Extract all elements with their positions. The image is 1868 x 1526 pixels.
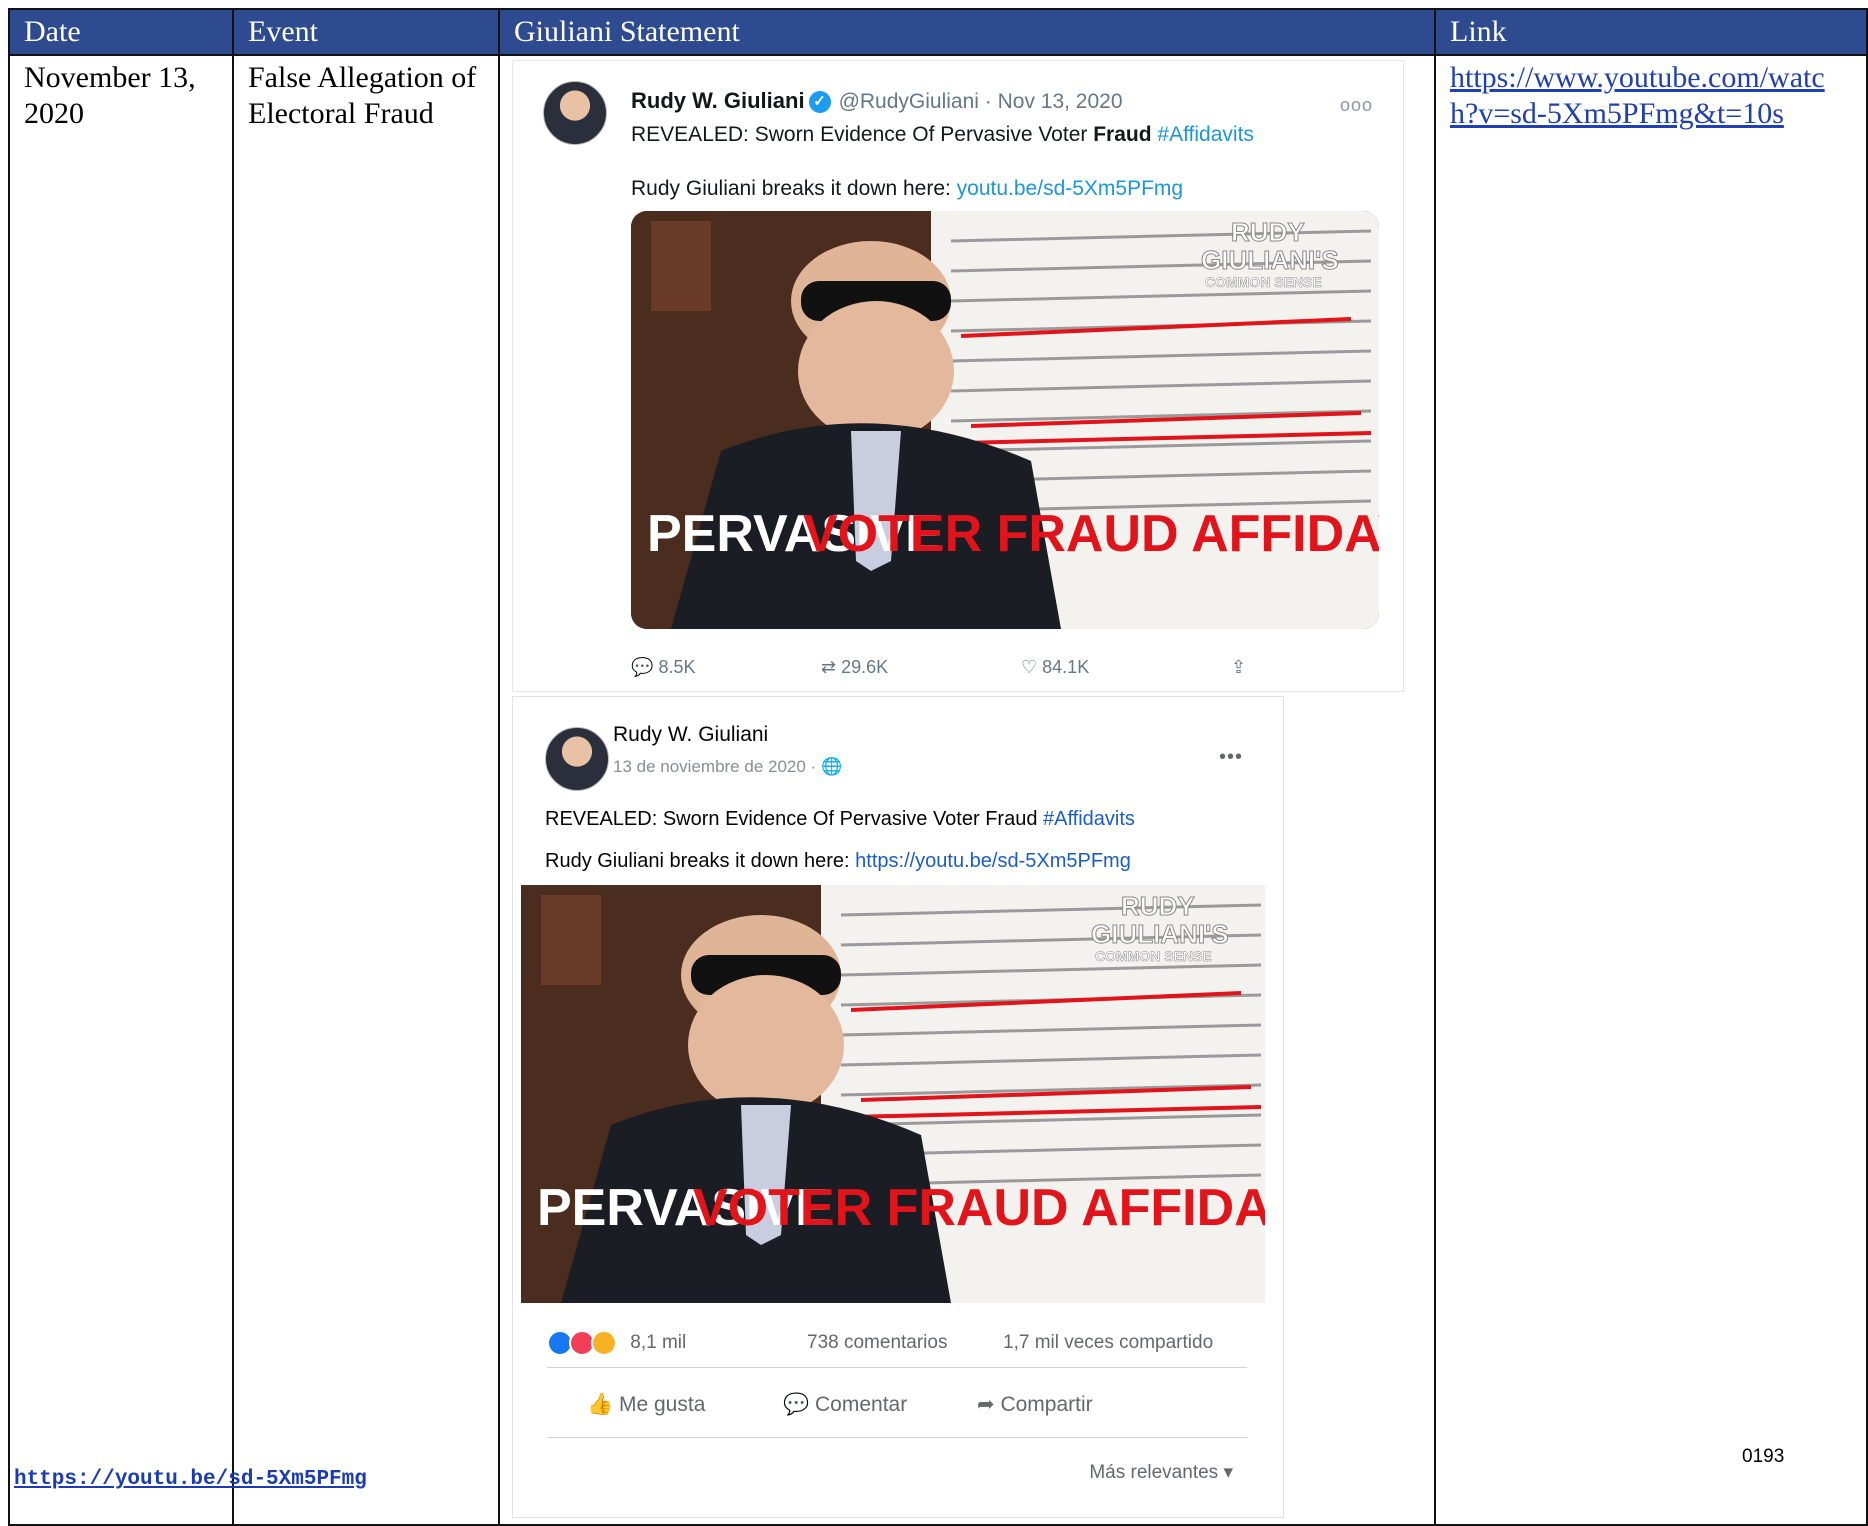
facebook-more-options-icon[interactable]: ••• [1219, 739, 1243, 775]
more-options-icon[interactable]: ooo [1340, 87, 1373, 123]
facebook-video-thumbnail[interactable]: PERVASIVE VOTER FRAUD AFFIDAVITS RUDY GI… [521, 885, 1265, 1303]
header-statement: Giuliani Statement [498, 8, 1436, 56]
header-link: Link [1434, 8, 1868, 56]
table-header-row: Date Event Giuliani Statement Link [8, 8, 1868, 56]
reply-icon: 💬 [631, 657, 654, 677]
header-event: Event [232, 8, 500, 56]
share-icon[interactable]: ⇪ [1231, 649, 1246, 685]
like-count: 84.1K [1042, 657, 1090, 677]
tweet-avatar[interactable] [543, 81, 607, 145]
facebook-reactions-bar: 8,1 mil 738 comentarios 1,7 mil veces co… [547, 1325, 1247, 1361]
reactions-divider [547, 1367, 1247, 1368]
statement-table: Date Event Giuliani Statement Link Novem… [8, 8, 1868, 1526]
actions-divider [547, 1437, 1247, 1438]
table-row: November 13, 2020 False Allegation of El… [8, 54, 1868, 1526]
sort-label: Más relevantes [1089, 1462, 1219, 1483]
facebook-avatar[interactable] [545, 727, 609, 791]
facebook-date-text: 13 de noviembre de 2020 · [613, 757, 817, 776]
thumbs-up-icon: 👍 [587, 1393, 614, 1416]
facebook-text-prefix: Rudy Giuliani breaks it down here: [545, 850, 856, 872]
thumbnail-logo-line2: GIULIANI'S [1201, 245, 1339, 275]
facebook-post-text: REVEALED: Sworn Evidence Of Pervasive Vo… [545, 801, 1135, 837]
retweet-count: 29.6K [841, 657, 889, 677]
event-cell: False Allegation of Electoral Fraud [232, 54, 500, 1526]
comment-count[interactable]: 738 comentarios [807, 1325, 947, 1361]
tweet-video-thumbnail[interactable]: PERVASIVE VOTER FRAUD AFFIDAVITS RUDY GI… [631, 211, 1379, 629]
tweet-text-prefix: Rudy Giuliani breaks it down here: [631, 177, 957, 200]
statement-cell: Rudy W. Giuliani ✓ @RudyGiuliani · Nov 13,… [498, 54, 1436, 1526]
tweet-handle-date: @RudyGiuliani · Nov 13, 2020 [838, 90, 1123, 113]
thumbnail-image: PERVASIVE VOTER FRAUD AFFIDAVITS RUDY GI… [631, 211, 1379, 629]
page-number: 0193 [1742, 1446, 1785, 1467]
retweet-icon: ⇄ [821, 657, 837, 677]
tweet-text-bold: Fraud [1093, 123, 1152, 146]
share-count[interactable]: 1,7 mil veces compartido [1003, 1325, 1213, 1361]
facebook-post-text-line2: Rudy Giuliani breaks it down here: https… [545, 843, 1131, 879]
facebook-post-link[interactable]: https://youtu.be/sd-5Xm5PFmg [855, 850, 1131, 872]
like-action[interactable]: ♡ 84.1K [1021, 649, 1089, 685]
facebook-thumbnail-caption-red: VOTER FRAUD AFFIDAVITS [693, 1179, 1265, 1237]
bottom-youtube-link[interactable]: https://youtu.be/sd-5Xm5PFmg [14, 1468, 367, 1491]
reply-action[interactable]: 💬 8.5K [631, 649, 695, 685]
wow-reaction-icon [591, 1329, 617, 1356]
tweet-author-name: Rudy W. Giuliani [631, 88, 805, 113]
facebook-post-date: 13 de noviembre de 2020 · 🌐 [613, 749, 842, 785]
thumbnail-logo-line3: COMMON SENSE [1205, 274, 1322, 290]
thumbnail-logo-line1: RUDY [1231, 217, 1305, 247]
heart-icon: ♡ [1021, 657, 1038, 677]
reaction-count[interactable]: 8,1 mil [630, 1332, 686, 1353]
youtube-link[interactable]: https://www.youtube.com/watch?v=sd-5Xm5P… [1450, 61, 1825, 130]
tweet-text: REVEALED: Sworn Evidence Of Pervasive Vo… [631, 117, 1254, 153]
tweet-author[interactable]: Rudy W. Giuliani ✓ @RudyGiuliani · Nov 13,… [631, 83, 1123, 120]
retweet-action[interactable]: ⇄ 29.6K [821, 649, 888, 685]
share-arrow-icon: ➦ [977, 1393, 995, 1416]
thumbnail-caption-red: VOTER FRAUD AFFIDAVITS [803, 505, 1379, 563]
comment-icon: 💬 [783, 1393, 810, 1416]
share-button-label: Compartir [1000, 1393, 1093, 1416]
facebook-thumbnail-logo-line1: RUDY [1121, 891, 1195, 921]
tweet-text-main: REVEALED: Sworn Evidence Of Pervasive Vo… [631, 123, 1094, 146]
globe-icon: 🌐 [820, 757, 843, 776]
tweet-link[interactable]: youtu.be/sd-5Xm5PFmg [957, 177, 1183, 200]
verified-badge-icon: ✓ [808, 91, 831, 114]
share-button[interactable]: ➦ Compartir [977, 1387, 1093, 1423]
tweet-card: Rudy W. Giuliani ✓ @RudyGiuliani · Nov 13,… [512, 60, 1404, 692]
sort-comments-dropdown[interactable]: Más relevantes ▾ [1089, 1455, 1233, 1491]
facebook-thumbnail-image: PERVASIVE VOTER FRAUD AFFIDAVITS RUDY GI… [521, 885, 1265, 1303]
facebook-author-name[interactable]: Rudy W. Giuliani [613, 717, 768, 753]
chevron-down-icon: ▾ [1223, 1462, 1233, 1483]
tweet-text-line2: Rudy Giuliani breaks it down here: youtu… [631, 171, 1183, 207]
comment-button[interactable]: 💬 Comentar [783, 1387, 907, 1423]
date-cell: November 13, 2020 [8, 54, 234, 1526]
facebook-thumbnail-logo-line2: GIULIANI'S [1091, 919, 1229, 949]
facebook-hashtag[interactable]: #Affidavits [1043, 808, 1135, 830]
facebook-thumbnail-logo-line3: COMMON SENSE [1095, 948, 1212, 964]
reply-count: 8.5K [658, 657, 696, 677]
link-cell: https://www.youtube.com/watch?v=sd-5Xm5P… [1434, 54, 1868, 1526]
like-button[interactable]: 👍 Me gusta [587, 1387, 705, 1423]
tweet-hashtag[interactable]: #Affidavits [1157, 123, 1254, 146]
facebook-post-card: Rudy W. Giuliani 13 de noviembre de 2020… [512, 696, 1284, 1518]
comment-button-label: Comentar [815, 1393, 908, 1416]
facebook-text-main: REVEALED: Sworn Evidence Of Pervasive Vo… [545, 808, 1043, 830]
like-button-label: Me gusta [619, 1393, 706, 1416]
header-date: Date [8, 8, 234, 56]
